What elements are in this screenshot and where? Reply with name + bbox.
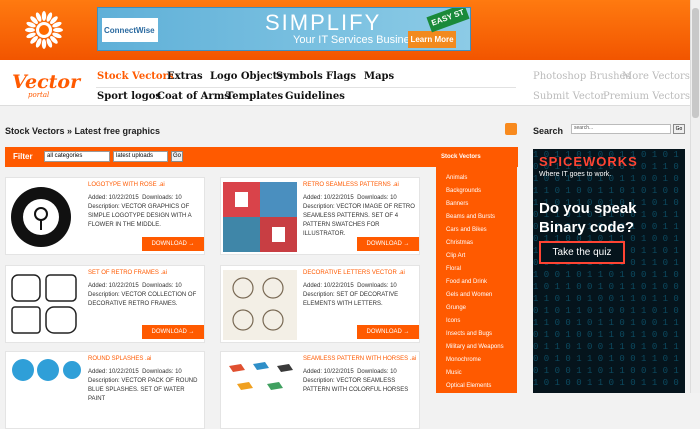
nav-symbols[interactable]: Symbols — [276, 71, 323, 82]
nav-templates[interactable]: Templates — [226, 91, 283, 102]
category-item[interactable]: Grunge — [446, 305, 466, 311]
site-logo[interactable]: Vector — [12, 71, 80, 93]
sun-logo-icon[interactable] — [22, 8, 66, 52]
category-item[interactable]: Beams and Bursts — [446, 214, 495, 220]
ad-headline: SIMPLIFY — [265, 10, 382, 35]
category-item[interactable]: Food and Drink — [446, 279, 487, 285]
category-item[interactable]: Military and Weapons — [446, 344, 504, 350]
nav-logo-objects[interactable]: Logo Objects — [210, 71, 283, 82]
category-item[interactable]: Optical Elements — [446, 383, 491, 389]
category-sidebar: Stock Vectors Animals Backgrounds Banner… — [436, 149, 517, 393]
nav-sport-logos[interactable]: Sport logos — [97, 91, 161, 102]
breadcrumb: Stock Vectors » Latest free graphics — [5, 126, 161, 136]
site-logo-sub: portal — [28, 91, 50, 99]
card-info: Added: 10/22/2015 Downloads: 10 Descript… — [303, 195, 415, 237]
download-button[interactable]: DOWNLOAD → — [357, 237, 419, 251]
nav-submit-vector[interactable]: Submit Vector — [533, 91, 605, 102]
vector-card[interactable]: SEAMLESS PATTERN WITH HORSES .ai Added: … — [220, 351, 420, 429]
vector-card[interactable]: LOGOTYPE WITH ROSE .ai Added: 10/22/2015… — [5, 177, 205, 255]
category-item[interactable]: Gels and Women — [446, 292, 492, 298]
category-heading[interactable]: Stock Vectors — [441, 154, 481, 160]
category-item[interactable]: Insects and Bugs — [446, 331, 492, 337]
card-title[interactable]: SEAMLESS PATTERN WITH HORSES .ai — [303, 356, 416, 362]
nav-guidelines[interactable]: Guidelines — [285, 91, 345, 102]
download-button[interactable]: DOWNLOAD → — [142, 325, 204, 339]
filter-go-button[interactable]: Go — [171, 151, 183, 162]
scrollbar-thumb[interactable] — [692, 8, 699, 118]
nav-maps[interactable]: Maps — [364, 71, 394, 82]
search-go-button[interactable]: Go — [673, 124, 685, 134]
nav-extras[interactable]: Extras — [167, 71, 203, 82]
nav-photoshop-brushes[interactable]: Photoshop Brushes — [533, 71, 631, 82]
card-info: Added: 10/22/2015 Downloads: 10 Descript… — [88, 195, 192, 228]
filter-label: Filter — [13, 152, 33, 161]
ad-street-sign: EASY ST — [426, 8, 470, 33]
rss-icon[interactable] — [505, 123, 517, 135]
round-splashes-thumbnail[interactable] — [8, 356, 82, 426]
category-item[interactable]: Icons — [446, 318, 460, 324]
category-item[interactable]: Animals — [446, 175, 467, 181]
category-select[interactable]: all categories — [44, 151, 110, 162]
decorative-letters-thumbnail[interactable] — [223, 270, 297, 340]
horses-pattern-thumbnail[interactable] — [223, 356, 297, 426]
category-item[interactable]: Backgrounds — [446, 188, 481, 194]
search-input[interactable]: search... — [571, 124, 671, 134]
nav-coat-of-arms[interactable]: Coat of Arms — [157, 91, 230, 102]
category-item[interactable]: Monochrome — [446, 357, 481, 363]
nav-premium-vectors[interactable]: Premium Vectors — [603, 91, 690, 102]
sort-select[interactable]: latest uploads — [113, 151, 168, 162]
category-item[interactable]: Cars and Bikes — [446, 227, 487, 233]
card-title[interactable]: ROUND SPLASHES .ai — [88, 356, 151, 362]
category-item[interactable]: Floral — [446, 266, 461, 272]
card-info: Added: 10/22/2015 Downloads: 10 Descript… — [303, 283, 399, 307]
sidebar-ad[interactable]: 1 0 1 1 0 1 0 0 1 1 0 1 0 1 0 0 1 1 0 1 … — [533, 149, 685, 393]
ad-banner[interactable]: ConnectWise SIMPLIFY Your IT Services Bu… — [97, 7, 471, 51]
ad-brand: SPICEWORKS — [539, 154, 638, 169]
search-label: Search — [533, 126, 564, 136]
take-quiz-button[interactable]: Take the quiz — [539, 241, 625, 264]
category-item[interactable]: Clip Art — [446, 253, 465, 259]
card-title[interactable]: DECORATIVE LETTERS VECTOR .ai — [303, 270, 405, 276]
vector-card[interactable]: DECORATIVE LETTERS VECTOR .ai Added: 10/… — [220, 265, 420, 343]
category-item[interactable]: Banners — [446, 201, 468, 207]
page-scrollbar[interactable] — [690, 0, 700, 393]
download-button[interactable]: DOWNLOAD → — [357, 325, 419, 339]
header-bar: ConnectWise SIMPLIFY Your IT Services Bu… — [0, 0, 690, 60]
category-item[interactable]: Music — [446, 370, 462, 376]
nav-stock-vectors[interactable]: Stock Vectors — [97, 71, 174, 82]
main-navigation: Vector portal Stock Vectors Extras Logo … — [0, 60, 690, 106]
card-title[interactable]: LOGOTYPE WITH ROSE .ai — [88, 182, 165, 188]
vector-card[interactable]: ROUND SPLASHES .ai Added: 10/22/2015 Dow… — [5, 351, 205, 429]
card-info: Added: 10/22/2015 Downloads: 10 Descript… — [88, 283, 197, 307]
card-title[interactable]: RETRO SEAMLESS PATTERNS .ai — [303, 182, 399, 188]
download-button[interactable]: DOWNLOAD → — [142, 237, 204, 251]
card-info: Added: 10/22/2015 Downloads: 10 Descript… — [88, 369, 198, 402]
card-title[interactable]: SET OF RETRO FRAMES .ai — [88, 270, 167, 276]
retro-patterns-thumbnail[interactable] — [223, 182, 297, 252]
rose-logotype-thumbnail[interactable] — [8, 182, 82, 252]
nav-more-vectors[interactable]: More Vectors — [622, 71, 690, 82]
vector-card[interactable]: SET OF RETRO FRAMES .ai Added: 10/22/201… — [5, 265, 205, 343]
binary-background: 1 0 1 1 0 1 0 0 1 1 0 1 0 1 0 0 1 1 0 1 … — [533, 150, 679, 388]
card-info: Added: 10/22/2015 Downloads: 10 Descript… — [303, 369, 409, 393]
ad-subline: Your IT Services Business — [293, 34, 421, 46]
ad-tagline: Where IT goes to work. — [539, 171, 612, 178]
nav-divider — [96, 87, 516, 88]
nav-flags[interactable]: Flags — [326, 71, 356, 82]
vector-card[interactable]: RETRO SEAMLESS PATTERNS .ai Added: 10/22… — [220, 177, 420, 255]
category-item[interactable]: Christmas — [446, 240, 473, 246]
ad-learn-more-button[interactable]: Learn More — [408, 31, 456, 48]
ad-brand: ConnectWise — [102, 18, 158, 42]
ad-headline: Do you speak Binary code? — [539, 200, 637, 236]
retro-frames-thumbnail[interactable] — [8, 270, 82, 340]
